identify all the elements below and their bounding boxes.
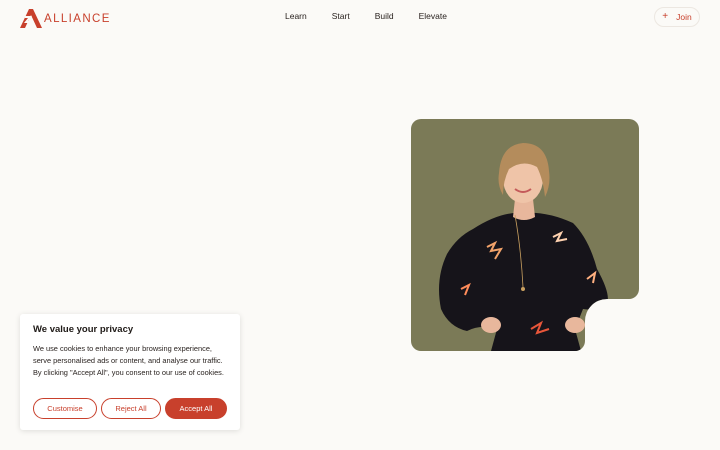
nav-item-learn[interactable]: Learn bbox=[285, 11, 307, 21]
nav-item-build[interactable]: Build bbox=[375, 11, 394, 21]
cookie-title: We value your privacy bbox=[33, 324, 134, 335]
nav-item-start[interactable]: Start bbox=[332, 11, 350, 21]
nav-item-elevate[interactable]: Elevate bbox=[419, 11, 447, 21]
cookie-banner: We value your privacy We use cookies to … bbox=[20, 314, 240, 430]
reject-all-button[interactable]: Reject All bbox=[101, 398, 161, 419]
hero-image bbox=[411, 119, 639, 351]
site-header: ALLIANCE Learn Start Build Elevate + Joi… bbox=[0, 0, 720, 36]
customise-button[interactable]: Customise bbox=[33, 398, 97, 419]
alliance-logo-icon bbox=[20, 9, 42, 28]
join-button[interactable]: + Join bbox=[654, 7, 700, 27]
cookie-actions: Customise Reject All Accept All bbox=[33, 398, 227, 419]
brand-name: ALLIANCE bbox=[44, 12, 111, 25]
main-nav: Learn Start Build Elevate bbox=[285, 11, 447, 21]
plus-icon: + bbox=[662, 11, 669, 22]
accept-all-button[interactable]: Accept All bbox=[165, 398, 227, 419]
cookie-body: We use cookies to enhance your browsing … bbox=[33, 344, 224, 377]
portrait-image bbox=[411, 119, 639, 351]
join-label: Join bbox=[676, 12, 692, 22]
brand-logo[interactable]: ALLIANCE bbox=[19, 7, 111, 29]
